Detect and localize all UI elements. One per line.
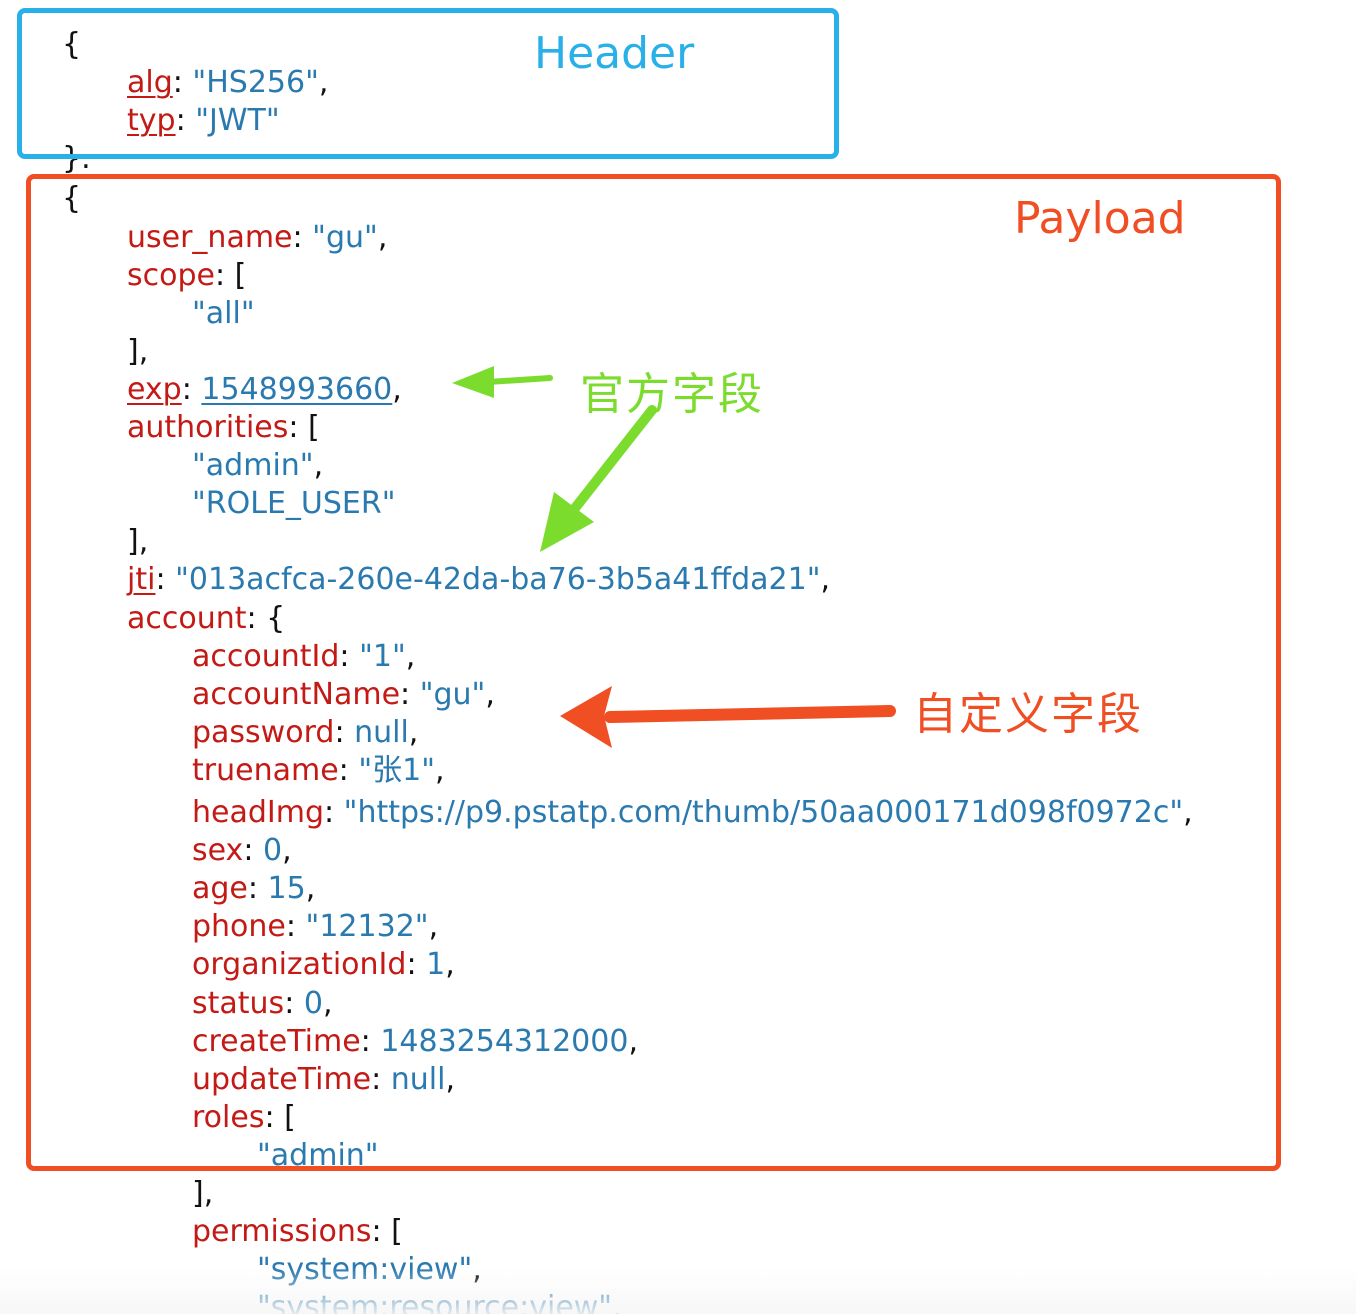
custom-arrow-icon — [560, 686, 896, 748]
json-viewer-screenshot: {alg: "HS256", typ: "JWT"}.{user_name: "g… — [0, 0, 1356, 1314]
official-arrow-to-jti-icon — [540, 405, 657, 552]
bottom-fade — [0, 1268, 1356, 1314]
official-arrow-to-exp-icon — [452, 366, 553, 398]
annotation-arrows — [452, 366, 896, 748]
